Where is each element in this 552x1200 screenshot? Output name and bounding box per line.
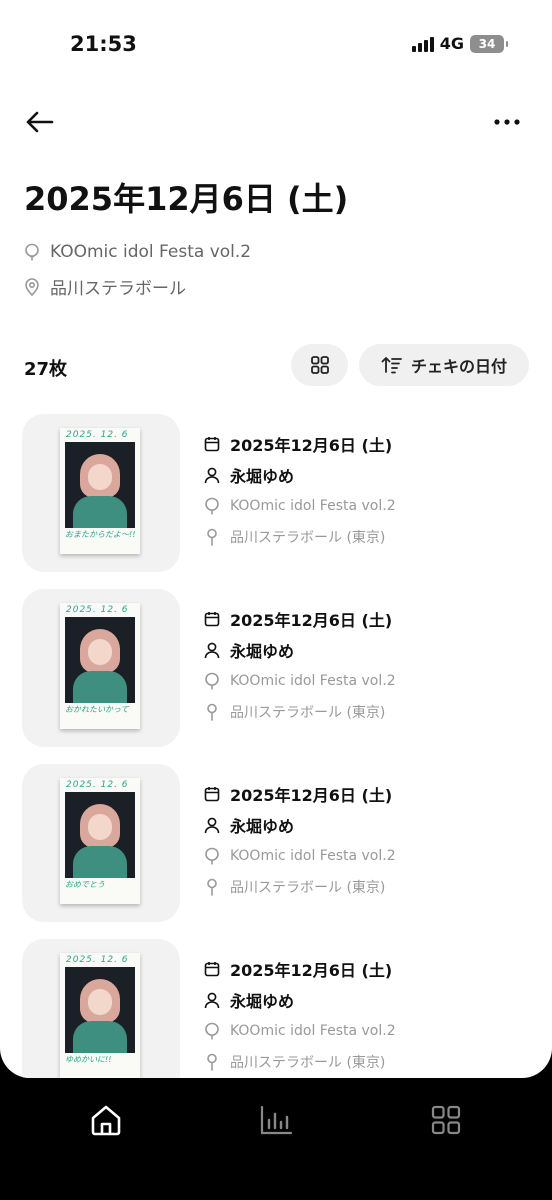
app-screen: 21:53 4G 34 2025年12月6日 (土) KOOmic idol F… [0,0,552,1078]
nav-stats[interactable] [251,1100,301,1140]
list-item[interactable]: 2025. 12. 6 おかれたいかって 2025年12月6日 (土) 永堀ゆめ… [22,589,532,747]
cheki-thumbnail[interactable]: 2025. 12. 6 おかれたいかって [22,589,180,747]
person-icon [204,642,220,658]
more-horizontal-icon [494,119,520,125]
home-icon [91,1105,121,1136]
item-event: KOOmic idol Festa vol.2 [230,673,396,689]
cheki-photo: 2025. 12. 6 おまたからだよ〜!! [60,428,140,554]
item-date: 2025年12月6日 (土) [230,436,393,455]
item-info: 2025年12月6日 (土) 永堀ゆめ KOOmic idol Festa vo… [204,955,396,1078]
location-pin-icon [207,1053,217,1071]
cheki-photo: 2025. 12. 6 おかれたいかって [60,603,140,729]
venue-row: 品川ステラボール [24,274,186,299]
item-event: KOOmic idol Festa vol.2 [230,498,396,514]
calendar-icon [204,612,220,627]
item-member: 永堀ゆめ [230,642,295,661]
photo-count: 27枚 [24,359,68,380]
item-info: 2025年12月6日 (土) 永堀ゆめ KOOmic idol Festa vo… [204,430,396,554]
list-item[interactable]: 2025. 12. 6 ゆめかいに!! 2025年12月6日 (土) 永堀ゆめ … [22,939,532,1078]
item-venue: 品川ステラボール (東京) [230,705,386,721]
sort-label: チェキの日付 [410,357,507,376]
item-event: KOOmic idol Festa vol.2 [230,1023,396,1039]
item-date: 2025年12月6日 (土) [230,786,393,805]
item-date: 2025年12月6日 (土) [230,961,393,980]
sort-button[interactable]: チェキの日付 [359,344,529,386]
status-indicators: 4G 34 [411,34,508,53]
balloon-icon [205,497,219,515]
item-info: 2025年12月6日 (土) 永堀ゆめ KOOmic idol Festa vo… [204,605,396,729]
item-venue: 品川ステラボール (東京) [230,880,386,896]
balloon-icon [205,847,219,865]
nav-home[interactable] [81,1100,131,1140]
balloon-icon [25,243,39,261]
list-item[interactable]: 2025. 12. 6 おまたからだよ〜!! 2025年12月6日 (土) 永堀… [22,414,532,572]
arrow-left-icon [26,111,54,133]
cheki-photo: 2025. 12. 6 ゆめかいに!! [60,953,140,1078]
calendar-icon [204,962,220,977]
balloon-icon [205,672,219,690]
venue-name: 品川ステラボール [50,279,186,299]
page-title: 2025年12月6日 (土) [24,180,349,218]
person-icon [204,817,220,833]
signal-icon [411,36,434,52]
nav-grid[interactable] [421,1100,471,1140]
person-icon [204,467,220,483]
sort-icon [381,357,402,374]
cheki-thumbnail[interactable]: 2025. 12. 6 ゆめかいに!! [22,939,180,1078]
balloon-icon [205,1022,219,1040]
location-pin-icon [207,878,217,896]
item-event: KOOmic idol Festa vol.2 [230,848,396,864]
item-member: 永堀ゆめ [230,817,295,836]
status-time: 21:53 [70,32,137,56]
person-icon [204,992,220,1008]
item-info: 2025年12月6日 (土) 永堀ゆめ KOOmic idol Festa vo… [204,780,396,904]
grid-icon [431,1105,461,1135]
list-item[interactable]: 2025. 12. 6 おめでとう 2025年12月6日 (土) 永堀ゆめ KO… [22,764,532,922]
item-member: 永堀ゆめ [230,467,295,486]
location-pin-icon [207,528,217,546]
cheki-thumbnail[interactable]: 2025. 12. 6 おめでとう [22,764,180,922]
view-toggle-button[interactable] [291,344,348,386]
item-venue: 品川ステラボール (東京) [230,530,386,546]
bottom-nav [0,1078,552,1200]
cheki-thumbnail[interactable]: 2025. 12. 6 おまたからだよ〜!! [22,414,180,572]
event-row: KOOmic idol Festa vol.2 [24,242,251,262]
location-pin-icon [207,703,217,721]
more-options-button[interactable] [490,108,524,136]
calendar-icon [204,437,220,452]
event-name: KOOmic idol Festa vol.2 [50,242,252,262]
location-pin-icon [25,277,39,296]
battery-icon: 34 [470,34,508,53]
back-button[interactable] [22,106,56,138]
chart-icon [260,1105,293,1135]
calendar-icon [204,787,220,802]
item-member: 永堀ゆめ [230,992,295,1011]
item-date: 2025年12月6日 (土) [230,611,393,630]
network-label: 4G [439,34,464,53]
grid-icon [310,356,329,374]
cheki-photo: 2025. 12. 6 おめでとう [60,778,140,904]
item-venue: 品川ステラボール (東京) [230,1055,386,1071]
